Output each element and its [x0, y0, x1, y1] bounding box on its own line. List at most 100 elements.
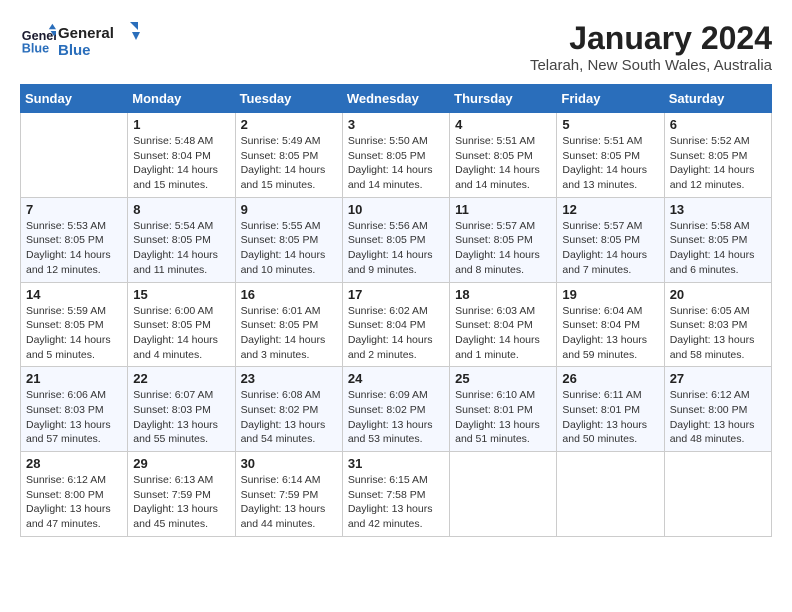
- calendar-week-row: 1Sunrise: 5:48 AMSunset: 8:04 PMDaylight…: [21, 113, 772, 198]
- calendar-cell: 15Sunrise: 6:00 AMSunset: 8:05 PMDayligh…: [128, 282, 235, 367]
- cell-info: Sunrise: 5:58 AMSunset: 8:05 PMDaylight:…: [670, 219, 766, 278]
- cell-date: 13: [670, 202, 766, 217]
- calendar-table: SundayMondayTuesdayWednesdayThursdayFrid…: [20, 84, 772, 537]
- calendar-cell: 6Sunrise: 5:52 AMSunset: 8:05 PMDaylight…: [664, 113, 771, 198]
- calendar-cell: 24Sunrise: 6:09 AMSunset: 8:02 PMDayligh…: [342, 367, 449, 452]
- cell-info: Sunrise: 6:12 AMSunset: 8:00 PMDaylight:…: [670, 388, 766, 447]
- calendar-cell: 17 Sunrise: 6:02 AMSunset: 8:04 PMDayligh…: [342, 282, 449, 367]
- calendar-cell: 26 Sunrise: 6:11 AMSunset: 8:01 PMDayligh…: [557, 367, 664, 452]
- cell-info: Sunrise: 6:08 AMSunset: 8:02 PMDaylight:…: [241, 388, 337, 447]
- calendar-cell: 29 Sunrise: 6:13 AMSunset: 7:59 PMDayligh…: [128, 452, 235, 537]
- calendar-cell: 3 Sunrise: 5:50 AMSunset: 8:05 PMDaylight…: [342, 113, 449, 198]
- calendar-cell: [664, 452, 771, 537]
- cell-date: 7: [26, 202, 122, 217]
- cell-date: 12: [562, 202, 658, 217]
- cell-info: Sunrise: 6:06 AMSunset: 8:03 PMDaylight:…: [26, 388, 122, 447]
- cell-info: Sunrise: 6:01 AMSunset: 8:05 PMDaylight:…: [241, 304, 337, 363]
- cell-date: 22: [133, 371, 229, 386]
- cell-date: 14: [26, 287, 122, 302]
- cell-date: 19: [562, 287, 658, 302]
- cell-info: Sunrise: 6:15 AMSunset: 7:58 PMDaylight:…: [348, 473, 444, 532]
- logo-svg: General Blue: [58, 20, 148, 60]
- cell-date: 1: [133, 117, 229, 132]
- cell-info: Sunrise: 5:53 AMSunset: 8:05 PMDaylight:…: [26, 219, 122, 278]
- cell-date: 23: [241, 371, 337, 386]
- cell-info: Sunrise: 6:09 AMSunset: 8:02 PMDaylight:…: [348, 388, 444, 447]
- cell-date: 29: [133, 456, 229, 471]
- calendar-cell: 8Sunrise: 5:54 AMSunset: 8:05 PMDaylight…: [128, 197, 235, 282]
- day-header-monday: Monday: [128, 85, 235, 113]
- calendar-week-row: 14 Sunrise: 5:59 AMSunset: 8:05 PMDayligh…: [21, 282, 772, 367]
- cell-date: 3: [348, 117, 444, 132]
- cell-info: Sunrise: 6:10 AMSunset: 8:01 PMDaylight:…: [455, 388, 551, 447]
- calendar-cell: 2 Sunrise: 5:49 AMSunset: 8:05 PMDaylight…: [235, 113, 342, 198]
- cell-info: Sunrise: 5:49 AMSunset: 8:05 PMDaylight:…: [241, 134, 337, 193]
- cell-info: Sunrise: 6:11 AMSunset: 8:01 PMDaylight:…: [562, 388, 658, 447]
- calendar-cell: 31Sunrise: 6:15 AMSunset: 7:58 PMDayligh…: [342, 452, 449, 537]
- svg-text:Blue: Blue: [22, 42, 49, 56]
- cell-date: 17: [348, 287, 444, 302]
- calendar-cell: 7 Sunrise: 5:53 AMSunset: 8:05 PMDaylight…: [21, 197, 128, 282]
- cell-info: Sunrise: 5:51 AMSunset: 8:05 PMDaylight:…: [455, 134, 551, 193]
- calendar-cell: [557, 452, 664, 537]
- cell-info: Sunrise: 6:07 AMSunset: 8:03 PMDaylight:…: [133, 388, 229, 447]
- calendar-cell: 12 Sunrise: 5:57 AMSunset: 8:05 PMDayligh…: [557, 197, 664, 282]
- calendar-cell: [21, 113, 128, 198]
- calendar-cell: 4 Sunrise: 5:51 AMSunset: 8:05 PMDaylight…: [450, 113, 557, 198]
- calendar-cell: 18Sunrise: 6:03 AMSunset: 8:04 PMDayligh…: [450, 282, 557, 367]
- calendar-cell: 28 Sunrise: 6:12 AMSunset: 8:00 PMDayligh…: [21, 452, 128, 537]
- calendar-cell: 9 Sunrise: 5:55 AMSunset: 8:05 PMDaylight…: [235, 197, 342, 282]
- cell-date: 25: [455, 371, 551, 386]
- calendar-week-row: 28 Sunrise: 6:12 AMSunset: 8:00 PMDayligh…: [21, 452, 772, 537]
- cell-info: Sunrise: 6:00 AMSunset: 8:05 PMDaylight:…: [133, 304, 229, 363]
- day-header-friday: Friday: [557, 85, 664, 113]
- day-header-tuesday: Tuesday: [235, 85, 342, 113]
- calendar-cell: 1Sunrise: 5:48 AMSunset: 8:04 PMDaylight…: [128, 113, 235, 198]
- cell-info: Sunrise: 5:59 AMSunset: 8:05 PMDaylight:…: [26, 304, 122, 363]
- cell-date: 6: [670, 117, 766, 132]
- calendar-week-row: 7 Sunrise: 5:53 AMSunset: 8:05 PMDaylight…: [21, 197, 772, 282]
- calendar-cell: 13 Sunrise: 5:58 AMSunset: 8:05 PMDayligh…: [664, 197, 771, 282]
- cell-info: Sunrise: 5:50 AMSunset: 8:05 PMDaylight:…: [348, 134, 444, 193]
- cell-info: Sunrise: 5:57 AMSunset: 8:05 PMDaylight:…: [562, 219, 658, 278]
- day-header-thursday: Thursday: [450, 85, 557, 113]
- cell-info: Sunrise: 6:14 AMSunset: 7:59 PMDaylight:…: [241, 473, 337, 532]
- calendar-cell: 27 Sunrise: 6:12 AMSunset: 8:00 PMDayligh…: [664, 367, 771, 452]
- day-header-saturday: Saturday: [664, 85, 771, 113]
- svg-text:General: General: [58, 25, 114, 42]
- cell-info: Sunrise: 5:55 AMSunset: 8:05 PMDaylight:…: [241, 219, 337, 278]
- title-section: January 2024 Telarah, New South Wales, A…: [530, 20, 772, 74]
- calendar-cell: 19 Sunrise: 6:04 AMSunset: 8:04 PMDayligh…: [557, 282, 664, 367]
- calendar-cell: 14 Sunrise: 5:59 AMSunset: 8:05 PMDayligh…: [21, 282, 128, 367]
- logo-icon: General Blue: [20, 22, 56, 58]
- cell-info: Sunrise: 6:12 AMSunset: 8:00 PMDaylight:…: [26, 473, 122, 532]
- page-header: General Blue General Blue January 2024 T…: [20, 20, 772, 74]
- cell-date: 4: [455, 117, 551, 132]
- calendar-cell: 11Sunrise: 5:57 AMSunset: 8:05 PMDayligh…: [450, 197, 557, 282]
- cell-date: 28: [26, 456, 122, 471]
- cell-info: Sunrise: 6:02 AMSunset: 8:04 PMDaylight:…: [348, 304, 444, 363]
- cell-date: 2: [241, 117, 337, 132]
- calendar-cell: 25 Sunrise: 6:10 AMSunset: 8:01 PMDayligh…: [450, 367, 557, 452]
- calendar-week-row: 21 Sunrise: 6:06 AMSunset: 8:03 PMDayligh…: [21, 367, 772, 452]
- cell-date: 10: [348, 202, 444, 217]
- cell-info: Sunrise: 5:51 AMSunset: 8:05 PMDaylight:…: [562, 134, 658, 193]
- cell-date: 21: [26, 371, 122, 386]
- cell-info: Sunrise: 6:05 AMSunset: 8:03 PMDaylight:…: [670, 304, 766, 363]
- cell-date: 5: [562, 117, 658, 132]
- cell-info: Sunrise: 6:13 AMSunset: 7:59 PMDaylight:…: [133, 473, 229, 532]
- cell-date: 27: [670, 371, 766, 386]
- calendar-cell: 30Sunrise: 6:14 AMSunset: 7:59 PMDayligh…: [235, 452, 342, 537]
- calendar-cell: 22 Sunrise: 6:07 AMSunset: 8:03 PMDayligh…: [128, 367, 235, 452]
- cell-info: Sunrise: 6:04 AMSunset: 8:04 PMDaylight:…: [562, 304, 658, 363]
- cell-info: Sunrise: 5:57 AMSunset: 8:05 PMDaylight:…: [455, 219, 551, 278]
- cell-date: 18: [455, 287, 551, 302]
- day-header-sunday: Sunday: [21, 85, 128, 113]
- cell-date: 8: [133, 202, 229, 217]
- calendar-cell: 16Sunrise: 6:01 AMSunset: 8:05 PMDayligh…: [235, 282, 342, 367]
- calendar-cell: [450, 452, 557, 537]
- calendar-cell: 5 Sunrise: 5:51 AMSunset: 8:05 PMDaylight…: [557, 113, 664, 198]
- calendar-cell: 21 Sunrise: 6:06 AMSunset: 8:03 PMDayligh…: [21, 367, 128, 452]
- cell-date: 9: [241, 202, 337, 217]
- cell-date: 26: [562, 371, 658, 386]
